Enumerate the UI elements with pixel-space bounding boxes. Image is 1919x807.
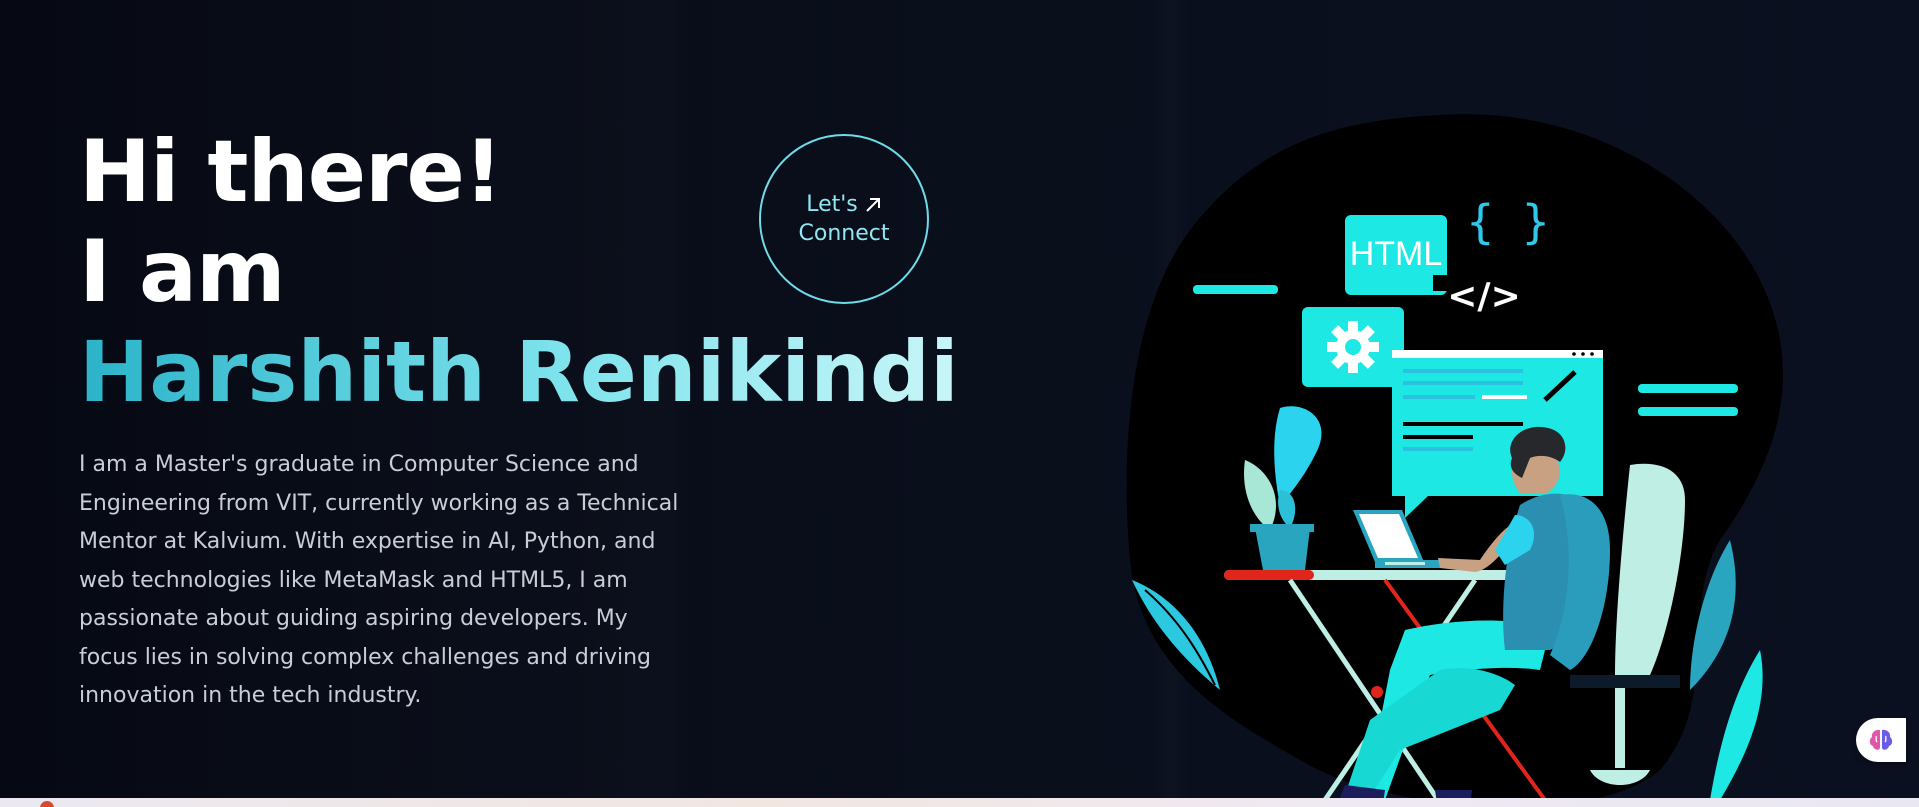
hero-page: Hi there! I am Harshith Renikindi I am a… <box>0 0 1919 807</box>
accent-line-right-2 <box>1638 407 1738 416</box>
code-tag-icon: </> <box>1447 276 1520 317</box>
gear-icon <box>1327 321 1379 373</box>
connect-label-line1: Let's <box>806 192 858 217</box>
braces-icon: { } <box>1466 195 1549 249</box>
bio-paragraph: I am a Master's graduate in Computer Sci… <box>79 452 679 708</box>
accent-line-left <box>1193 285 1278 294</box>
accent-line-right-1 <box>1638 384 1738 393</box>
connect-label-line2: Connect <box>798 221 890 246</box>
lets-connect-button[interactable]: Let's Connect <box>759 134 929 304</box>
html-badge-label: HTML <box>1350 235 1443 273</box>
connect-row: Let's <box>806 190 882 219</box>
name-text: Harshith Renikindi <box>79 323 959 421</box>
developer-illustration: HTML { } </> <box>1126 114 1783 800</box>
arrow-up-right-icon <box>866 197 880 212</box>
assistant-fab[interactable] <box>1856 718 1906 762</box>
brain-icon <box>1869 729 1893 750</box>
bottom-bar <box>0 798 1919 807</box>
bottom-dot <box>40 801 54 807</box>
